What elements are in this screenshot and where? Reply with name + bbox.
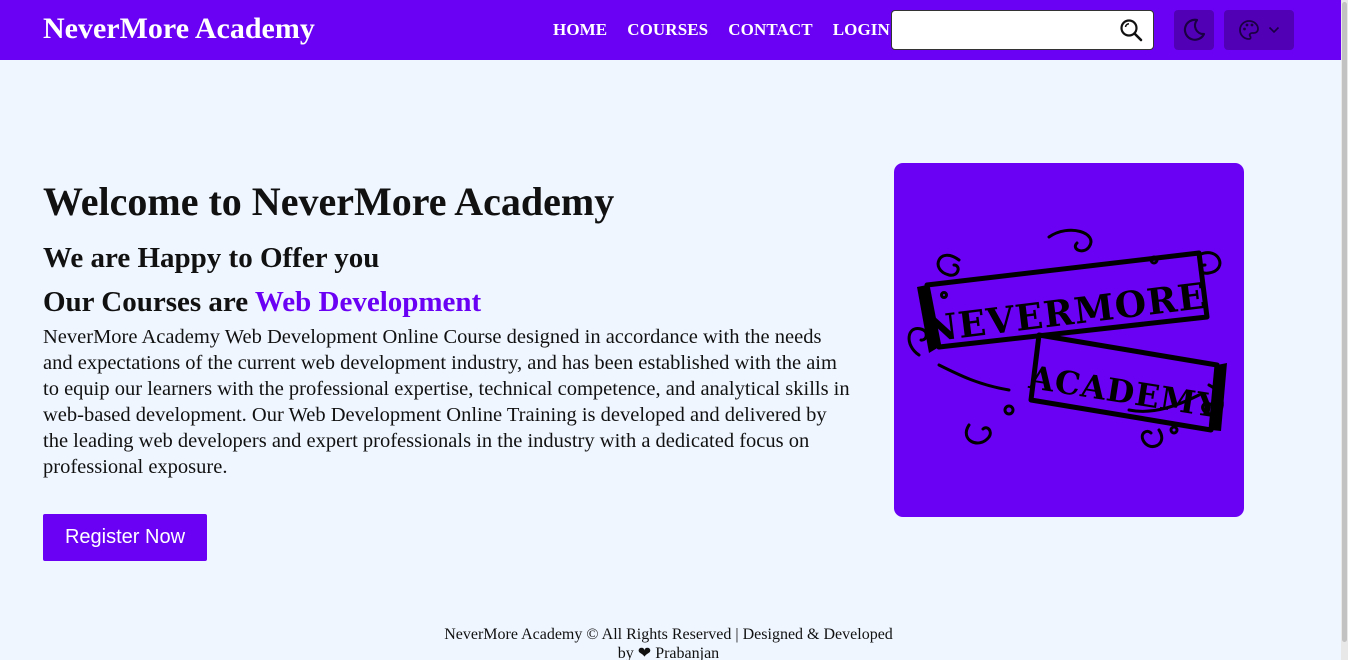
chevron-down-icon: [1268, 26, 1280, 34]
hero-subtitle: We are Happy to Offer you: [43, 242, 380, 274]
footer-copyright: NeverMore Academy © All Rights Reserved …: [444, 626, 893, 643]
search-input[interactable]: [892, 11, 1112, 49]
hero-section: Welcome to NeverMore Academy We are Happ…: [43, 178, 853, 480]
nav-courses-link[interactable]: COURSES: [627, 20, 708, 40]
color-theme-dropdown[interactable]: [1224, 10, 1294, 50]
hero-courses-line: Our Courses are Web Development: [43, 284, 853, 320]
academy-logo-card: NEVERMORE ACADEMY: [894, 163, 1244, 517]
nav-links: HOME COURSES CONTACT LOGIN: [553, 20, 890, 40]
scrollbar[interactable]: [1341, 0, 1348, 660]
search-box: [891, 10, 1154, 50]
nav-login-link[interactable]: LOGIN: [833, 20, 890, 40]
hero-description: NeverMore Academy Web Development Online…: [43, 326, 850, 478]
brand-logo-text[interactable]: NeverMore Academy: [43, 12, 315, 46]
register-now-button[interactable]: Register Now: [43, 514, 207, 561]
moon-icon: [1183, 18, 1206, 41]
theme-toggle-button[interactable]: [1174, 10, 1214, 50]
hero-title: Welcome to NeverMore Academy: [43, 179, 615, 224]
palette-icon: [1239, 20, 1259, 40]
courses-prefix: Our Courses are: [43, 286, 249, 318]
navbar: NeverMore Academy HOME COURSES CONTACT L…: [0, 0, 1341, 60]
footer: NeverMore Academy © All Rights Reserved …: [400, 625, 937, 660]
nav-contact-link[interactable]: CONTACT: [728, 20, 812, 40]
scrollbar-thumb[interactable]: [1342, 2, 1347, 642]
nav-home-link[interactable]: HOME: [553, 20, 607, 40]
nevermore-academy-logo: NEVERMORE ACADEMY: [907, 228, 1227, 448]
courses-highlight: Web Development: [254, 286, 482, 318]
footer-credit: by ❤ Prabanjan: [617, 645, 720, 660]
search-button[interactable]: [1118, 17, 1144, 43]
search-icon: [1120, 19, 1143, 42]
